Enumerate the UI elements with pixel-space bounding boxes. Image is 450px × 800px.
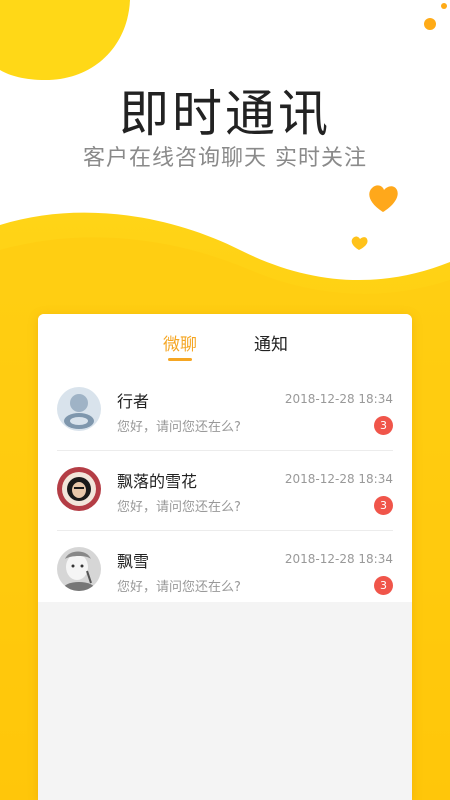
message-preview: 您好，请问您还在么? <box>117 580 241 595</box>
chat-card-content: 微聊 通知 行者 2018-12-28 18:34 您好，请问您还在么? 3 飘… <box>38 314 412 602</box>
message-time: 2018-12-28 18:34 <box>284 472 393 486</box>
conversation-item[interactable]: 飘落的雪花 2018-12-28 18:34 您好，请问您还在么? 3 <box>38 450 412 530</box>
avatar <box>57 467 101 511</box>
unread-badge: 3 <box>374 496 393 515</box>
active-tab-indicator <box>168 358 192 361</box>
conversation-item[interactable]: 行者 2018-12-28 18:34 您好，请问您还在么? 3 <box>38 370 412 450</box>
top-left-blob <box>0 0 130 80</box>
conversation-item[interactable]: 飘雪 2018-12-28 18:34 您好，请问您还在么? 3 <box>38 530 412 610</box>
page-title: 即时通讯 <box>119 85 331 143</box>
tab-bar: 微聊 通知 <box>38 314 412 370</box>
contact-name: 行者 <box>117 392 150 411</box>
heart-large-icon <box>369 185 398 212</box>
page-subtitle: 客户在线咨询聊天 实时关注 <box>83 146 367 171</box>
message-preview: 您好，请问您还在么? <box>117 500 241 515</box>
unread-badge: 3 <box>374 416 393 435</box>
avatar <box>57 547 101 591</box>
contact-name: 飘雪 <box>117 552 150 571</box>
tab-chat[interactable]: 微聊 <box>163 330 197 355</box>
message-time: 2018-12-28 18:34 <box>284 552 393 566</box>
avatar <box>57 387 101 431</box>
orange-dot <box>424 18 436 30</box>
message-time: 2018-12-28 18:34 <box>284 392 393 406</box>
heart-small-icon <box>351 236 368 250</box>
tab-notifications[interactable]: 通知 <box>254 330 288 355</box>
contact-name: 飘落的雪花 <box>117 472 198 491</box>
chat-card: 微聊 通知 行者 2018-12-28 18:34 您好，请问您还在么? 3 飘… <box>38 314 412 800</box>
message-preview: 您好，请问您还在么? <box>117 420 241 435</box>
orange-dot-small <box>441 3 447 9</box>
unread-badge: 3 <box>374 576 393 595</box>
